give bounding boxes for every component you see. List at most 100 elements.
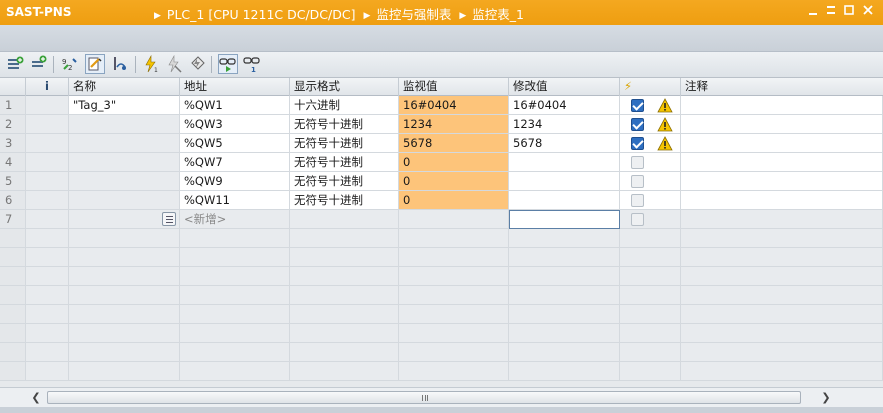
name-cell[interactable] (69, 191, 180, 210)
modify-value-cell[interactable] (509, 191, 620, 210)
force-cell[interactable] (620, 210, 681, 229)
table-row[interactable]: 4 %QW7 无符号十进制 0 (0, 153, 883, 172)
empty-row[interactable] (0, 343, 883, 362)
table-row[interactable]: 3 %QW5 无符号十进制 5678 5678 (0, 134, 883, 153)
header-monitor-value[interactable]: 监视值 (399, 78, 509, 96)
comment-cell[interactable] (681, 153, 883, 172)
monitor-all-icon[interactable] (218, 54, 238, 74)
modify-checkbox[interactable] (631, 118, 644, 131)
scrollbar-thumb[interactable] (47, 391, 801, 404)
header-comment[interactable]: 注释 (681, 78, 883, 96)
monitor-value-cell[interactable]: 0 (399, 153, 509, 172)
empty-row[interactable] (0, 286, 883, 305)
comment-cell[interactable] (681, 96, 883, 115)
force-cell[interactable] (620, 115, 681, 134)
name-cell[interactable] (69, 172, 180, 191)
header-display-format[interactable]: 显示格式 (290, 78, 399, 96)
add-row-icon[interactable] (28, 54, 48, 74)
info-cell[interactable] (26, 96, 69, 115)
display-format-cell[interactable]: 无符号十进制 (290, 134, 399, 153)
info-cell[interactable] (26, 134, 69, 153)
empty-row[interactable] (0, 362, 883, 381)
breadcrumb-item-plc[interactable]: PLC_1 [CPU 1211C DC/DC/DC] (167, 7, 356, 22)
comment-cell[interactable] (681, 115, 883, 134)
list-icon[interactable] (162, 212, 176, 226)
address-cell[interactable]: %QW7 (180, 153, 290, 172)
table-row[interactable]: 5 %QW9 无符号十进制 0 (0, 172, 883, 191)
modify-value-cell[interactable] (509, 153, 620, 172)
modify-checkbox[interactable] (631, 156, 644, 169)
address-cell[interactable]: %QW3 (180, 115, 290, 134)
monitor-value-cell[interactable]: 0 (399, 172, 509, 191)
empty-row[interactable] (0, 248, 883, 267)
monitor-value-cell[interactable]: 0 (399, 191, 509, 210)
modify-value-cell[interactable]: 16#0404 (509, 96, 620, 115)
name-cell[interactable] (69, 153, 180, 172)
monitor-value-cell[interactable]: 16#0404 (399, 96, 509, 115)
monitor-value-cell[interactable]: 5678 (399, 134, 509, 153)
display-format-cell[interactable]: 十六进制 (290, 96, 399, 115)
breadcrumb-item-watch-force[interactable]: 监控与强制表 (376, 7, 451, 22)
address-cell[interactable]: %QW9 (180, 172, 290, 191)
minimize-icon[interactable] (806, 4, 820, 18)
comment-cell[interactable] (681, 134, 883, 153)
modify-checkbox[interactable] (631, 175, 644, 188)
info-cell[interactable] (26, 153, 69, 172)
modify-value-cell[interactable] (509, 172, 620, 191)
close-icon[interactable] (861, 4, 875, 18)
force-cell[interactable] (620, 191, 681, 210)
monitor-value-cell[interactable] (399, 210, 509, 229)
header-info[interactable]: i (26, 78, 69, 96)
name-cell[interactable] (69, 115, 180, 134)
header-name[interactable]: 名称 (69, 78, 180, 96)
breadcrumb-item-watch-table[interactable]: 监控表_1 (472, 7, 524, 22)
name-cell[interactable] (69, 134, 180, 153)
info-cell[interactable] (26, 210, 69, 229)
comment-cell[interactable] (681, 210, 883, 229)
force-icon[interactable]: 1 (141, 54, 161, 74)
empty-row[interactable] (0, 305, 883, 324)
address-cell[interactable]: %QW11 (180, 191, 290, 210)
force-cell[interactable] (620, 172, 681, 191)
stop-force-icon[interactable] (187, 54, 207, 74)
comment-cell[interactable] (681, 172, 883, 191)
unforce-icon[interactable] (164, 54, 184, 74)
address-cell[interactable]: %QW1 (180, 96, 290, 115)
modify-value-cell[interactable]: 5678 (509, 134, 620, 153)
table-row[interactable]: 6 %QW11 无符号十进制 0 (0, 191, 883, 210)
name-cell[interactable] (69, 210, 180, 229)
empty-row[interactable] (0, 267, 883, 286)
update-values-icon[interactable]: 92 (60, 54, 80, 74)
insert-row-icon[interactable] (5, 54, 25, 74)
display-format-cell[interactable]: 无符号十进制 (290, 115, 399, 134)
table-row[interactable]: 2 %QW3 无符号十进制 1234 1234 (0, 115, 883, 134)
modify-value-input[interactable] (509, 210, 620, 229)
modify-checkbox[interactable] (631, 194, 644, 207)
info-cell[interactable] (26, 172, 69, 191)
add-new-cell[interactable]: <新增> (180, 210, 290, 229)
header-force-icon[interactable]: ⚡ (620, 78, 681, 96)
force-cell[interactable] (620, 96, 681, 115)
horizontal-scrollbar[interactable]: ❮ ❯ (0, 387, 883, 407)
scroll-left-icon[interactable]: ❮ (28, 390, 44, 405)
info-cell[interactable] (26, 191, 69, 210)
empty-row[interactable] (0, 229, 883, 248)
force-cell[interactable] (620, 153, 681, 172)
modify-once-icon[interactable]: 1 (242, 54, 262, 74)
display-format-cell[interactable]: 无符号十进制 (290, 191, 399, 210)
monitor-once-icon[interactable] (85, 54, 105, 74)
info-cell[interactable] (26, 115, 69, 134)
header-address[interactable]: 地址 (180, 78, 290, 96)
scroll-right-icon[interactable]: ❯ (818, 390, 834, 405)
restore-icon[interactable] (824, 4, 838, 18)
modify-checkbox[interactable] (631, 213, 644, 226)
display-format-cell[interactable]: 无符号十进制 (290, 172, 399, 191)
force-cell[interactable] (620, 134, 681, 153)
display-mode-icon[interactable] (110, 54, 130, 74)
modify-checkbox[interactable] (631, 137, 644, 150)
name-cell[interactable]: "Tag_3" (69, 96, 180, 115)
modify-value-cell[interactable]: 1234 (509, 115, 620, 134)
comment-cell[interactable] (681, 191, 883, 210)
modify-checkbox[interactable] (631, 99, 644, 112)
table-row[interactable]: 1 "Tag_3" %QW1 十六进制 16#0404 16#0404 (0, 96, 883, 115)
